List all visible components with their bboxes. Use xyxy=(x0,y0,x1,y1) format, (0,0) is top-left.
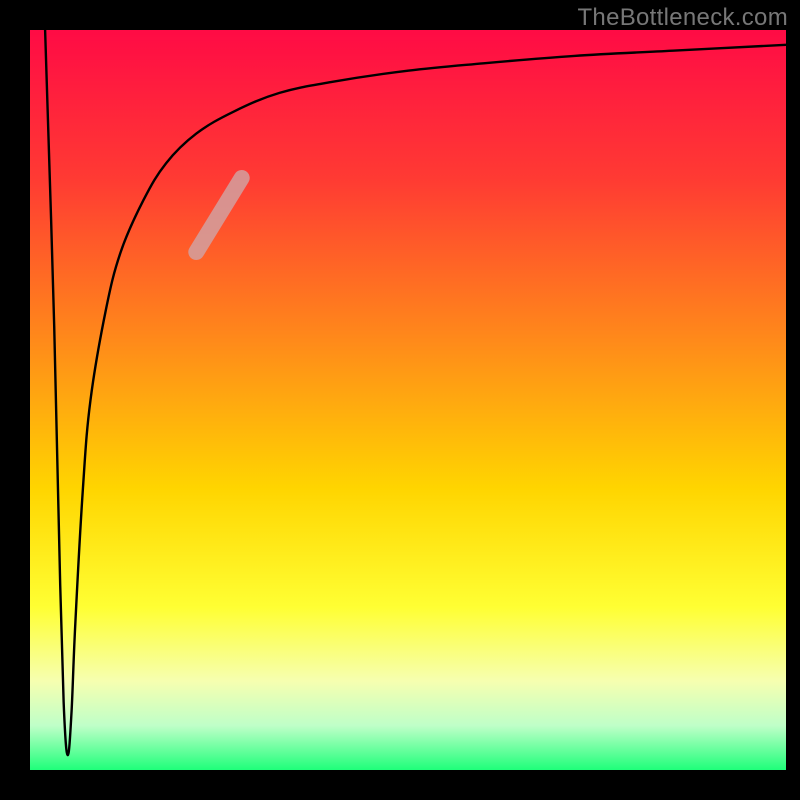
plot-svg xyxy=(30,30,786,770)
attribution-text: TheBottleneck.com xyxy=(577,4,788,32)
gradient-background xyxy=(30,30,786,770)
plot-area xyxy=(30,30,786,770)
chart-frame: TheBottleneck.com xyxy=(0,0,800,800)
